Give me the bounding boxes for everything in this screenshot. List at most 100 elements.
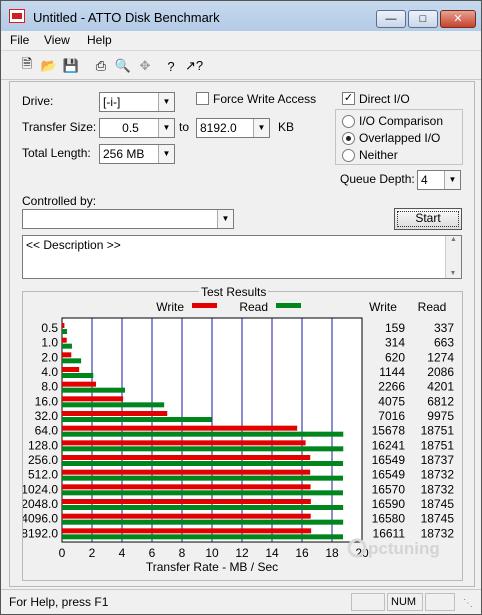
drive-select[interactable]: [-i-] ▼ xyxy=(99,92,175,112)
write-column-header: Write xyxy=(369,300,397,314)
read-value: 1274 xyxy=(427,350,454,364)
write-bar xyxy=(62,513,311,519)
status-bar: For Help, press F1 NUM ⋱ xyxy=(1,589,481,614)
write-value: 16241 xyxy=(372,438,406,452)
write-bar xyxy=(62,499,311,504)
read-value: 18751 xyxy=(421,424,455,438)
write-value: 7016 xyxy=(378,409,405,423)
category-label: 32.0 xyxy=(35,409,59,423)
num-lock-indicator: NUM xyxy=(387,593,423,611)
write-value: 1144 xyxy=(379,365,405,379)
start-button[interactable]: Start xyxy=(394,208,462,230)
total-length-select[interactable]: 256 MB ▼ xyxy=(99,144,175,164)
to-label: to xyxy=(179,120,190,134)
read-bar xyxy=(62,417,212,422)
chevron-down-icon: ▼ xyxy=(444,171,460,189)
queue-depth-select[interactable]: 4 ▼ xyxy=(417,170,461,190)
category-label: 64.0 xyxy=(35,424,59,438)
write-bar xyxy=(62,484,311,490)
legend-write-label: Write xyxy=(156,300,184,314)
force-write-checkbox[interactable] xyxy=(196,92,209,105)
x-tick-label: 0 xyxy=(59,546,66,560)
x-tick-label: 14 xyxy=(265,546,279,560)
menu-help[interactable]: Help xyxy=(87,33,112,47)
legend-write-swatch xyxy=(192,303,217,308)
read-bar xyxy=(62,446,344,452)
category-label: 128.0 xyxy=(28,438,58,452)
neither-radio[interactable] xyxy=(342,149,355,162)
chevron-down-icon: ▼ xyxy=(158,119,174,137)
scroll-up-icon[interactable]: ▲ xyxy=(446,236,461,243)
menu-view[interactable]: View xyxy=(44,33,70,47)
context-help-icon[interactable]: ↗? xyxy=(184,56,204,76)
read-value: 9975 xyxy=(427,409,454,423)
minimize-button[interactable]: — xyxy=(376,10,406,28)
write-bar xyxy=(62,337,67,343)
read-bar xyxy=(62,490,343,496)
save-icon[interactable]: 💾 xyxy=(61,56,81,76)
overlapped-io-radio[interactable] xyxy=(342,132,355,145)
write-bar xyxy=(62,411,168,416)
write-value: 620 xyxy=(385,350,405,364)
total-length-label: Total Length: xyxy=(22,146,91,160)
category-label: 4.0 xyxy=(41,365,58,379)
transfer-size-from-select[interactable]: 0.5 ▼ xyxy=(99,118,175,138)
category-label: 1.0 xyxy=(41,336,58,350)
read-column-header: Read xyxy=(418,300,447,314)
write-value: 314 xyxy=(385,336,405,350)
move-icon[interactable]: ✥ xyxy=(135,56,155,76)
scroll-down-icon[interactable]: ▼ xyxy=(446,270,460,277)
write-bar xyxy=(62,528,312,534)
x-tick-label: 12 xyxy=(235,546,249,560)
read-bar xyxy=(62,519,344,525)
controlled-by-label: Controlled by: xyxy=(22,194,97,208)
neither-label: Neither xyxy=(359,148,398,162)
write-value: 16580 xyxy=(372,512,406,526)
io-comparison-label: I/O Comparison xyxy=(359,114,444,128)
read-bar xyxy=(62,373,94,378)
read-value: 4201 xyxy=(427,380,454,394)
write-value: 16590 xyxy=(372,497,406,511)
x-tick-label: 4 xyxy=(119,546,126,560)
read-value: 18745 xyxy=(421,497,455,511)
read-bar xyxy=(62,358,82,364)
direct-io-checkbox[interactable]: ✓ xyxy=(342,92,355,105)
read-bar xyxy=(62,505,344,510)
help-icon[interactable]: ? xyxy=(161,56,181,76)
direct-io-label: Direct I/O xyxy=(359,92,410,106)
app-icon xyxy=(9,9,25,23)
write-value: 4075 xyxy=(378,394,405,408)
print-preview-icon[interactable]: 🔍 xyxy=(113,56,133,76)
maximize-button[interactable]: □ xyxy=(408,10,438,28)
resize-grip-icon[interactable]: ⋱ xyxy=(463,598,473,609)
category-label: 1024.0 xyxy=(23,482,58,496)
description-box[interactable]: << Description >> ▲ ▼ xyxy=(22,235,462,279)
write-value: 16549 xyxy=(372,453,406,467)
force-write-label: Force Write Access xyxy=(213,92,317,106)
description-text: << Description >> xyxy=(26,238,121,252)
transfer-size-to-select[interactable]: 8192.0 ▼ xyxy=(196,118,270,138)
io-comparison-radio[interactable] xyxy=(342,115,355,128)
read-value: 663 xyxy=(434,336,454,350)
description-scrollbar[interactable]: ▲ ▼ xyxy=(445,236,461,278)
status-cell-1 xyxy=(351,593,385,611)
read-bar xyxy=(62,343,72,349)
open-icon[interactable]: 📂 xyxy=(39,56,59,76)
new-icon[interactable]: 🗎 xyxy=(17,56,37,76)
x-tick-label: 8 xyxy=(179,546,186,560)
controlled-by-select[interactable]: ▼ xyxy=(22,209,234,229)
chevron-down-icon: ▼ xyxy=(253,119,269,137)
legend-read-swatch xyxy=(276,303,301,308)
read-value: 18737 xyxy=(421,453,455,467)
close-button[interactable]: ✕ xyxy=(440,10,476,28)
category-label: 512.0 xyxy=(28,468,58,482)
print-icon[interactable]: ⎙ xyxy=(91,56,111,76)
menu-file[interactable]: File xyxy=(10,33,29,47)
write-value: 15678 xyxy=(372,424,406,438)
category-label: 8192.0 xyxy=(23,526,58,540)
category-label: 16.0 xyxy=(35,394,59,408)
menu-bar: File View Help xyxy=(1,31,481,51)
read-bar xyxy=(62,402,165,408)
category-label: 2048.0 xyxy=(23,497,58,511)
write-bar xyxy=(62,396,124,402)
